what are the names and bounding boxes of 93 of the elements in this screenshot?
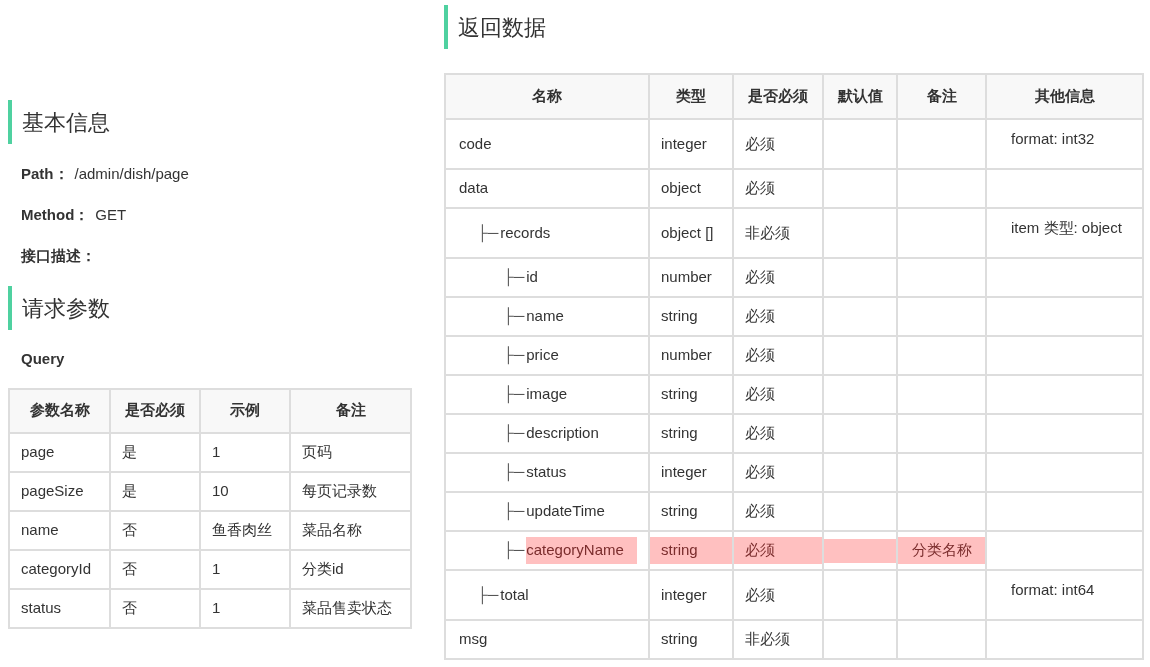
table-cell: pageSize [9, 471, 110, 511]
field-name: categoryName [526, 537, 637, 564]
table-cell: 是 [110, 432, 200, 472]
table-cell: 分类名称 [898, 537, 985, 564]
column-header: 备注 [290, 388, 411, 433]
table-cell: status [9, 588, 110, 628]
tree-connector: ├─ [503, 306, 525, 328]
field-name: code [459, 133, 492, 154]
table-cell-text: 非必须 [744, 222, 791, 243]
table-cell: 分类id [290, 549, 411, 589]
tree-connector: ├─ [503, 462, 525, 484]
table-cell: 否 [110, 549, 200, 589]
table-cell: string [650, 537, 732, 564]
table-cell: 是 [110, 471, 200, 511]
table-cell-text: 必须 [744, 178, 776, 199]
table-cell: item 类型: object [1011, 219, 1122, 236]
field-name: description [526, 423, 599, 444]
table-cell: 否 [110, 510, 200, 550]
field-name: updateTime [526, 501, 605, 522]
column-header: 备注 [897, 74, 986, 119]
table-cell: 否 [110, 588, 200, 628]
table-cell-text: 必须 [744, 423, 776, 444]
table-cell-text: object [660, 178, 703, 199]
table-cell-text: string [660, 423, 699, 444]
field-name: id [526, 267, 538, 288]
tree-connector: ├─ [503, 345, 525, 367]
table-cell: format: int64 [1011, 581, 1095, 598]
table-cell-text: 必须 [744, 384, 776, 405]
table-cell-text: string [660, 384, 699, 405]
field-label: Path： [21, 163, 69, 184]
table-cell-text: 必须 [744, 584, 776, 605]
table-cell-text: number [660, 267, 713, 288]
table-cell-text: object [] [660, 222, 715, 243]
highlight-fill [824, 538, 896, 563]
column-header: 是否必须 [110, 388, 200, 433]
table-cell-text: string [660, 306, 699, 327]
table-cell: 每页记录数 [290, 471, 411, 511]
table-cell: page [9, 432, 110, 472]
table-cell-text: string [660, 629, 699, 650]
table-cell: name [9, 510, 110, 550]
table-cell: 10 [200, 471, 290, 511]
column-header: 参数名称 [9, 388, 110, 433]
field-value: GET [95, 204, 127, 225]
table-cell: 鱼香肉丝 [200, 510, 290, 550]
table-cell-text: 必须 [744, 306, 776, 327]
field-name: price [526, 345, 559, 366]
table-cell-text: 必须 [744, 462, 776, 483]
field-name: status [526, 462, 567, 483]
section-heading: 请求参数 [22, 294, 110, 323]
table-cell-text: string [660, 501, 699, 522]
column-header: 其他信息 [986, 74, 1143, 119]
field-name: name [526, 306, 564, 327]
table-cell: 1 [200, 588, 290, 628]
tree-connector: ├─ [477, 584, 499, 607]
table-cell-text: 必须 [744, 345, 776, 366]
table-cell: 页码 [290, 432, 411, 472]
tree-connector: ├─ [503, 501, 525, 523]
column-header: 示例 [200, 388, 290, 433]
table-cell-text: 非必须 [744, 629, 791, 650]
table-cell-text: integer [660, 584, 708, 605]
tree-connector: ├─ [503, 540, 525, 562]
table-cell-text: 必须 [744, 267, 776, 288]
column-header: 名称 [445, 74, 649, 119]
field-name: image [526, 384, 568, 405]
field-name: msg [459, 629, 488, 650]
field-name: total [500, 584, 529, 605]
field-name: data [459, 178, 489, 199]
field-name: records [500, 222, 551, 243]
section-heading: 基本信息 [22, 108, 110, 137]
field-label: 接口描述： [21, 245, 96, 266]
section-heading: 返回数据 [458, 13, 546, 42]
table-cell-text: 必须 [744, 501, 776, 522]
field-value: /admin/dish/page [74, 163, 189, 184]
table-cell-text: number [660, 345, 713, 366]
column-header: 类型 [649, 74, 733, 119]
table-cell-text: integer [660, 133, 708, 154]
tree-connector: ├─ [503, 423, 525, 445]
column-header: 是否必须 [733, 74, 823, 119]
field-label: Method： [21, 204, 90, 225]
table-cell: format: int32 [1011, 130, 1095, 147]
table-cell: 1 [200, 432, 290, 472]
table-cell: 菜品名称 [290, 510, 411, 550]
table-cell: categoryId [9, 549, 110, 589]
tree-connector: ├─ [503, 267, 525, 289]
tree-connector: ├─ [503, 384, 525, 406]
table-cell-text: 必须 [744, 133, 776, 154]
table-cell-text: integer [660, 462, 708, 483]
table-cell: 1 [200, 549, 290, 589]
column-header: 默认值 [823, 74, 897, 119]
table-subheading: Query [20, 349, 66, 369]
tree-connector: ├─ [477, 222, 499, 245]
table-cell: 菜品售卖状态 [290, 588, 411, 628]
table-cell: 必须 [734, 537, 822, 564]
